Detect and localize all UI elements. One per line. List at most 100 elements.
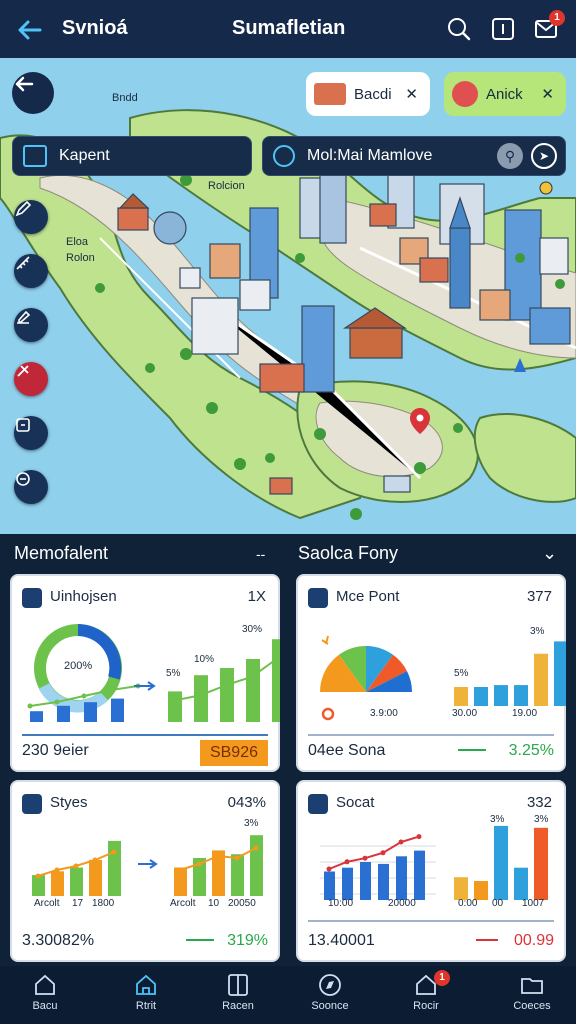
search-icon[interactable] <box>446 16 472 42</box>
compass-icon[interactable]: ➤ <box>531 143 557 169</box>
stat-card[interactable]: Styes 043% Arcolt 17 1800 Arcolt 10 2005… <box>10 780 280 962</box>
map-label: Eloa <box>66 236 89 248</box>
chart-bar <box>474 687 488 706</box>
nav-item-soonce[interactable]: Soonce <box>290 972 370 1012</box>
axis-label: 10 <box>208 898 220 909</box>
trend-line <box>458 749 486 751</box>
chart-point <box>111 849 117 855</box>
book-icon <box>228 974 248 996</box>
edit-icon <box>17 310 31 324</box>
note-icon <box>16 418 30 432</box>
stat-card[interactable]: Mce Pont 377 3.9:00 30.00 19.00 3% 5% 04… <box>296 574 566 772</box>
chevron-down-icon[interactable]: ⌄ <box>542 543 557 564</box>
axis-label: 3.9:00 <box>370 708 398 719</box>
data-label: 3% <box>530 626 545 637</box>
layers-tool-button[interactable] <box>14 470 48 504</box>
back-arrow-icon[interactable] <box>14 14 46 46</box>
bottom-navigation: Bacu Rtrit Racen Soonce Rocir 1 Coeces <box>0 966 576 1024</box>
chart-point <box>73 863 79 869</box>
trend-line <box>186 939 214 941</box>
note-tool-button[interactable] <box>14 416 48 450</box>
chart-point <box>197 692 203 698</box>
notification-badge: 1 <box>434 970 450 986</box>
chart-point <box>35 873 41 879</box>
chart-point <box>326 866 332 872</box>
card-value: 332 <box>526 794 552 811</box>
notification-badge: 1 <box>549 10 565 26</box>
chart-point <box>223 682 229 688</box>
card-value: 1X <box>247 588 266 605</box>
chart-point <box>362 855 368 861</box>
value-badge: SB926 <box>199 740 268 766</box>
nav-item-coeces[interactable]: Coeces <box>492 972 572 1012</box>
stat-card[interactable]: Uinhojsen 1X 200% 30% 5% 10% 230 9eier S… <box>10 574 280 772</box>
chart-bar <box>360 862 371 900</box>
map-search-value: Mol:Mai Mamlove <box>307 147 433 164</box>
map-search-bar[interactable]: Mol:Mai Mamlove ⚲ ➤ <box>262 136 566 176</box>
nav-item-rtrit[interactable]: Rtrit <box>106 972 186 1012</box>
nav-item-bacu[interactable]: Bacu <box>5 972 85 1012</box>
close-icon[interactable]: ✕ <box>405 85 418 103</box>
chart-bar <box>324 871 335 900</box>
chart-bar <box>70 867 83 896</box>
location-chip[interactable]: Kapent <box>12 136 252 176</box>
axis-label: 17 <box>72 898 84 909</box>
chart-bar <box>57 705 70 722</box>
location-dot-icon <box>321 707 335 721</box>
filter-chip-bacdi[interactable]: Bacdi ✕ <box>306 72 430 116</box>
card-footer-value: 04ee Sona <box>308 742 386 759</box>
chart-bar <box>514 867 528 900</box>
data-label: 5% <box>166 668 181 679</box>
card-footer-value: 230 9eier <box>22 742 89 759</box>
chart-bar <box>272 639 280 722</box>
map-label: Rolon <box>66 252 95 264</box>
marker-tool-button[interactable] <box>14 362 48 396</box>
data-label: 3% <box>244 818 259 829</box>
card-title: Uinhojsen <box>50 588 117 605</box>
nav-label: Rtrit <box>135 1000 157 1012</box>
chart-bar <box>89 859 102 896</box>
chart-bar <box>84 702 97 722</box>
measure-tool-button[interactable] <box>14 254 48 288</box>
chart-point <box>54 867 60 873</box>
data-label: 30% <box>242 624 263 635</box>
compass-icon <box>319 974 341 996</box>
chart-bar <box>414 850 425 900</box>
search-icon[interactable]: ⚲ <box>497 143 523 169</box>
map-back-button[interactable] <box>12 72 54 114</box>
axis-label: 1800 <box>92 898 115 909</box>
change-value: 00.99 <box>513 932 554 949</box>
card-chart <box>27 624 280 722</box>
chart-bar <box>111 698 124 722</box>
chart-bar <box>378 863 389 900</box>
chart-point <box>27 703 33 709</box>
bookmark-icon[interactable] <box>490 16 516 42</box>
donut-center-label: 200% <box>64 660 93 672</box>
close-icon[interactable]: ✕ <box>541 85 554 103</box>
card-icon <box>22 794 42 814</box>
chart-bar <box>454 687 468 706</box>
edit-tool-button[interactable] <box>14 308 48 342</box>
filter-chip-anick[interactable]: Anick ✕ <box>444 72 566 116</box>
chart-bar <box>454 877 468 900</box>
chart-bar <box>220 668 234 722</box>
nav-item-rocir[interactable]: Rocir 1 <box>386 970 466 1012</box>
card-value: 377 <box>526 588 552 605</box>
city-map[interactable]: Bndd Rolcion Eloa Rolon Bacdi ✕ Anick ✕ … <box>0 58 576 534</box>
chart-bar <box>534 653 548 706</box>
nav-item-racen[interactable]: Racen <box>198 972 278 1012</box>
chart-point <box>196 861 202 867</box>
axis-label: 0:00 <box>458 898 478 909</box>
folder-icon <box>521 978 543 994</box>
collapse-toggle[interactable]: -- <box>256 546 265 562</box>
card-icon <box>308 794 328 814</box>
marker-icon <box>17 365 29 377</box>
divider <box>308 920 554 922</box>
card-title: Socat <box>336 794 375 811</box>
app-title: Svnioá <box>62 17 128 39</box>
chart-bar <box>231 854 244 896</box>
stat-card[interactable]: Socat 332 10:00 20000 0:00 00 1007 3% 3%… <box>296 780 566 962</box>
pen-tool-button[interactable] <box>14 200 48 234</box>
card-title: Mce Pont <box>336 588 400 605</box>
chart-bar <box>396 856 407 900</box>
